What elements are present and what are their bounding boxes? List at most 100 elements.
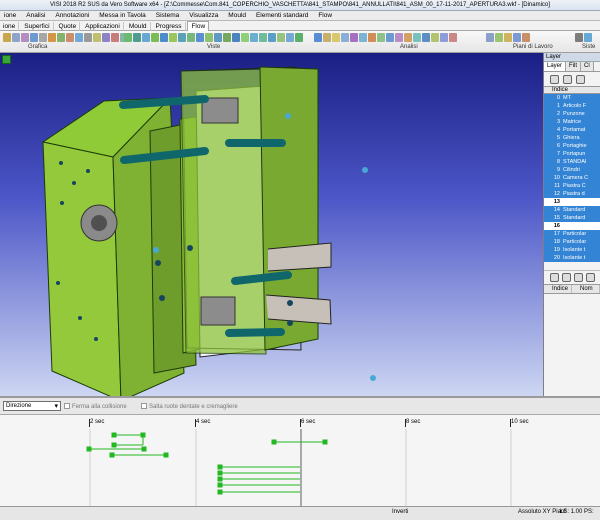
analysis-inspect-icon[interactable]	[431, 33, 439, 42]
direction-select[interactable]: Direzione	[3, 401, 61, 411]
segment-handle[interactable]	[86, 446, 92, 452]
layer-row[interactable]: 4 Portamat	[544, 126, 600, 134]
layer-row[interactable]: 3 Matrice	[544, 118, 600, 126]
segment-handle[interactable]	[217, 464, 223, 470]
light-icon[interactable]	[48, 33, 56, 42]
save-icon[interactable]	[12, 33, 20, 42]
entity-filter-icon[interactable]	[550, 273, 559, 282]
transparency-icon[interactable]	[75, 33, 83, 42]
entity-copy-icon[interactable]	[562, 273, 571, 282]
tab-flow[interactable]: Flow	[187, 21, 210, 31]
entity-move-icon[interactable]	[574, 273, 583, 282]
timeline-tracks[interactable]	[0, 429, 600, 508]
layer-row[interactable]: 16	[544, 222, 600, 230]
tab-superfici[interactable]: Superfici	[21, 22, 54, 31]
search-icon[interactable]	[550, 74, 559, 84]
tab-mould[interactable]: Mould	[126, 22, 151, 31]
segment-handle[interactable]	[163, 452, 169, 458]
tab-ione[interactable]: ione	[0, 22, 20, 31]
layer-row[interactable]: 9 Cilindri	[544, 166, 600, 174]
layer-row[interactable]: 19 Isolante t	[544, 246, 600, 254]
render-icon[interactable]	[21, 33, 29, 42]
view-bottom-icon[interactable]	[169, 33, 177, 42]
analysis-angle-icon[interactable]	[395, 33, 403, 42]
workplane-rotate-icon[interactable]	[513, 33, 521, 42]
3d-viewport[interactable]	[0, 53, 543, 396]
menu-item[interactable]: Visualizza	[185, 11, 222, 21]
menu-item[interactable]: Mould	[224, 11, 250, 21]
layer-color-icon[interactable]	[576, 74, 585, 84]
layer-row[interactable]: 6 Portaghie	[544, 142, 600, 150]
workplane-axis-icon[interactable]	[504, 33, 512, 42]
view-extra-icon[interactable]	[295, 33, 303, 42]
view-right-icon[interactable]	[178, 33, 186, 42]
layer-row[interactable]: 12 Piastra d	[544, 190, 600, 198]
view-top-icon[interactable]	[142, 33, 150, 42]
checkbox-ferma[interactable]: Ferma alla collisione	[64, 403, 127, 410]
layer-row[interactable]: 17 Particolar	[544, 230, 600, 238]
layer-row[interactable]: 18 Particolar	[544, 238, 600, 246]
analysis-report-icon[interactable]	[440, 33, 448, 42]
view-iso-icon[interactable]	[124, 33, 132, 42]
layer-row[interactable]: 8 STANDAI	[544, 158, 600, 166]
menu-item[interactable]: Annotazioni	[51, 11, 93, 21]
view-window-icon[interactable]	[232, 33, 240, 42]
analysis-clear-icon[interactable]	[449, 33, 457, 42]
segment-handle[interactable]	[217, 476, 223, 482]
checkbox-salta[interactable]: Salta ruote dentate e cremagliere	[141, 403, 238, 410]
analysis-check-icon[interactable]	[422, 33, 430, 42]
layer-row[interactable]: 5 Ghiera	[544, 134, 600, 142]
status-inverti[interactable]: Inverti	[392, 509, 408, 515]
menu-item[interactable]: Elementi standard	[252, 11, 312, 21]
layer-row[interactable]: 7 Portapun	[544, 150, 600, 158]
view-normal-icon[interactable]	[286, 33, 294, 42]
view-fit-icon[interactable]	[205, 33, 213, 42]
menu-item[interactable]: Sistema	[152, 11, 183, 21]
wire-icon[interactable]	[39, 33, 47, 42]
layer-row[interactable]: 10 Camera C	[544, 174, 600, 182]
color-icon[interactable]	[57, 33, 65, 42]
segment-handle[interactable]	[141, 446, 147, 452]
shade-icon[interactable]	[30, 33, 38, 42]
workplane-move-icon[interactable]	[522, 33, 530, 42]
segment-handle[interactable]	[111, 432, 117, 438]
tab-progress[interactable]: Progress	[152, 22, 186, 31]
segment-handle[interactable]	[322, 439, 328, 445]
layer-row[interactable]: 20 Isolante t	[544, 254, 600, 262]
segment-handle[interactable]	[217, 470, 223, 476]
layer-row[interactable]: 15 Standard	[544, 214, 600, 222]
analysis-compare-icon[interactable]	[413, 33, 421, 42]
view-back-icon[interactable]	[160, 33, 168, 42]
view-next-icon[interactable]	[250, 33, 258, 42]
edge-icon[interactable]	[93, 33, 101, 42]
view-save-icon[interactable]	[259, 33, 267, 42]
analysis-sphere-icon[interactable]	[332, 33, 340, 42]
analysis-distance-icon[interactable]	[386, 33, 394, 42]
analysis-volume-icon[interactable]	[368, 33, 376, 42]
view-prev-icon[interactable]	[241, 33, 249, 42]
layer-add-icon[interactable]	[563, 74, 572, 84]
workplane-new-icon[interactable]	[495, 33, 503, 42]
layer-row[interactable]: 13	[544, 198, 600, 206]
view-side-icon[interactable]	[151, 33, 159, 42]
section-icon[interactable]	[84, 33, 92, 42]
layer-row[interactable]: 14 Standard	[544, 206, 600, 214]
workplane-icon[interactable]	[486, 33, 494, 42]
layer-list[interactable]: 0 MT 1 Articolo F 2 Punzone 3 Matrice 4 Porta…	[544, 94, 600, 262]
segment-handle[interactable]	[111, 442, 117, 448]
segment-handle[interactable]	[271, 439, 277, 445]
analysis-draft-icon[interactable]	[341, 33, 349, 42]
tab-applicazioni[interactable]: Applicazioni	[82, 22, 124, 31]
layer-row[interactable]: 1 Articolo F	[544, 102, 600, 110]
view-plane-icon[interactable]	[277, 33, 285, 42]
tab-quote[interactable]: Quote	[56, 22, 81, 31]
display-icon[interactable]	[102, 33, 110, 42]
view-front-icon[interactable]	[133, 33, 141, 42]
view-rotate-icon[interactable]	[223, 33, 231, 42]
analysis-mass-icon[interactable]	[377, 33, 385, 42]
segment-handle[interactable]	[217, 482, 223, 488]
analysis-globe-icon[interactable]	[314, 33, 322, 42]
view-zoom-icon[interactable]	[196, 33, 204, 42]
segment-handle[interactable]	[109, 452, 115, 458]
tab-cl[interactable]: Cl	[581, 62, 594, 71]
